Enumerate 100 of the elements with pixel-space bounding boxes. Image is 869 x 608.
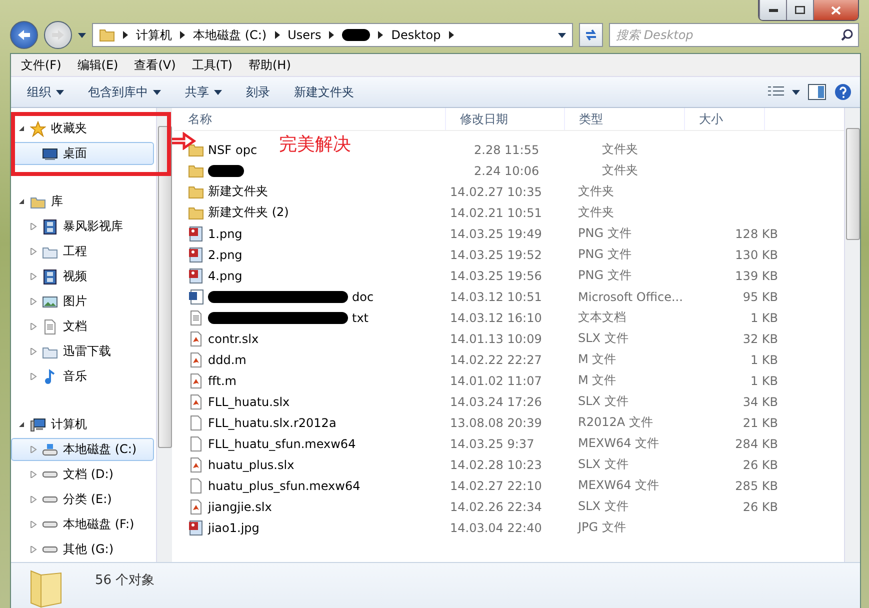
nav-item[interactable]: 文档: [11, 315, 154, 338]
nav-item[interactable]: 收藏夹: [11, 117, 154, 140]
scrollbar[interactable]: [844, 108, 860, 562]
close-button[interactable]: [813, 0, 858, 20]
expand-arrow-icon[interactable]: [30, 273, 37, 280]
nav-item[interactable]: 其他 (G:): [11, 538, 154, 561]
type-cell-text: SLX 文件: [577, 330, 630, 347]
expand-arrow-icon[interactable]: [30, 348, 37, 355]
menu-item[interactable]: 文件(F): [15, 54, 68, 76]
column-header[interactable]: 名称: [174, 108, 446, 130]
breadcrumb[interactable]: 本地磁盘 (C:): [193, 26, 267, 44]
drive-icon: [42, 546, 58, 553]
file-name[interactable]: 1.png: [208, 226, 242, 240]
minimize-icon: [768, 8, 778, 12]
toolbar-button[interactable]: 包含到库中: [80, 80, 169, 104]
file-name[interactable]: fft.m: [208, 374, 236, 388]
file-name[interactable]: ddd.m: [208, 352, 246, 366]
nav-item[interactable]: 暴风影视库: [11, 215, 154, 238]
nav-item[interactable]: 分类 (E:): [11, 488, 154, 511]
menu-item[interactable]: 编辑(E): [71, 54, 124, 76]
file-name[interactable]: jiangjie.slx: [208, 500, 272, 514]
nav-item[interactable]: 视频: [11, 265, 154, 288]
menu-item[interactable]: 查看(V): [128, 54, 182, 76]
file-name[interactable]: doc: [352, 290, 374, 304]
file-name[interactable]: 4.png: [208, 268, 242, 282]
date-cell-text: 14.01.02 11:07: [449, 374, 543, 388]
expand-arrow-icon[interactable]: [30, 298, 37, 305]
expand-arrow-icon[interactable]: [30, 446, 37, 453]
date-cell-text: 14.03.25 19:52: [449, 248, 543, 262]
document-icon: [188, 436, 204, 452]
drive-icon: [42, 521, 58, 528]
type-cell-text: M 文件: [577, 372, 618, 389]
column-header[interactable]: 类型: [565, 108, 685, 130]
expand-arrow-icon[interactable]: [30, 496, 37, 503]
nav-item[interactable]: 工程: [11, 240, 154, 263]
expand-arrow-icon[interactable]: [30, 248, 37, 255]
date-cell-text: 14.03.12 16:10: [449, 310, 543, 324]
file-name[interactable]: contr.slx: [208, 332, 259, 346]
breadcrumb[interactable]: Desktop: [391, 28, 441, 42]
toolbar-button[interactable]: 共享: [177, 80, 230, 104]
refresh-button[interactable]: [579, 23, 603, 47]
caret-icon: [56, 90, 64, 94]
file-name[interactable]: huatu_plus_sfun.mexw64: [208, 478, 360, 492]
file-name[interactable]: huatu_plus.slx: [208, 458, 294, 472]
menu-item[interactable]: 工具(T): [186, 54, 238, 76]
nav-item[interactable]: 音乐: [11, 365, 154, 388]
nav-item[interactable]: 库: [11, 190, 154, 213]
matlab-file-icon: [188, 456, 204, 472]
nav-item[interactable]: 文档 (D:): [11, 463, 154, 486]
file-name[interactable]: 新建文件夹: [208, 183, 268, 200]
matlab-file-icon: [188, 352, 204, 368]
date-cell-text: 14.03.04 22:40: [449, 520, 543, 534]
expand-arrow-icon[interactable]: [30, 471, 37, 478]
breadcrumb[interactable]: Users: [288, 28, 322, 42]
file-name[interactable]: NSF: [208, 142, 232, 156]
back-button[interactable]: [10, 21, 38, 49]
forward-button[interactable]: [44, 21, 72, 49]
collapse-arrow-icon[interactable]: [18, 125, 25, 132]
collapse-arrow-icon[interactable]: [18, 421, 25, 428]
search-field[interactable]: 搜索 Desktop: [609, 23, 859, 47]
file-name[interactable]: 2.png: [208, 248, 242, 262]
breadcrumb[interactable]: 计算机: [136, 26, 172, 44]
chevron-icon: [448, 31, 454, 39]
toolbar-button[interactable]: 刻录: [238, 80, 278, 104]
menu-item[interactable]: 帮助(H): [242, 54, 297, 76]
address-bar[interactable]: 计算机 本地磁盘 (C:) Users Desktop: [92, 23, 573, 47]
toolbar-button[interactable]: 新建文件夹: [286, 80, 362, 104]
file-name[interactable]: jiao1.jpg: [208, 520, 260, 534]
nav-item[interactable]: 本地磁盘 (F:): [11, 513, 154, 536]
view-options-icon[interactable]: [768, 86, 784, 98]
file-name[interactable]: 新建文件夹 (2): [208, 204, 289, 221]
file-name[interactable]: FLL_huatu_sfun.mexw64: [208, 436, 356, 450]
type-cell-text: 文件夹: [577, 183, 615, 200]
nav-item[interactable]: 图片: [11, 290, 154, 313]
nav-item[interactable]: 迅雷下载: [11, 340, 154, 363]
toolbar-button[interactable]: 组织: [19, 80, 72, 104]
date-cell-text: 14.03.25 19:56: [449, 268, 543, 282]
expand-arrow-icon[interactable]: [30, 323, 37, 330]
file-name[interactable]: FLL_huatu.slx.r2012a: [208, 416, 336, 430]
type-cell-text: 文件夹: [601, 141, 639, 158]
help-icon[interactable]: [834, 83, 852, 101]
expand-arrow-icon[interactable]: [30, 546, 37, 553]
folder-icon: [188, 184, 204, 200]
nav-item[interactable]: 本地磁盘 (C:): [11, 438, 154, 461]
collapse-arrow-icon[interactable]: [18, 198, 25, 205]
expand-arrow-icon[interactable]: [30, 521, 37, 528]
date-cell-text: 14.01.13 10:09: [449, 332, 543, 346]
expand-arrow-icon[interactable]: [30, 373, 37, 380]
minimize-button[interactable]: [759, 0, 786, 20]
expand-arrow-icon[interactable]: [30, 223, 37, 230]
column-header[interactable]: 修改日期: [446, 108, 565, 130]
file-name[interactable]: FLL_huatu.slx: [208, 394, 290, 408]
preview-pane-icon[interactable]: [808, 84, 826, 100]
column-header[interactable]: 大小: [685, 108, 765, 130]
nav-item[interactable]: 计算机: [11, 413, 154, 436]
scrollbar[interactable]: [156, 108, 172, 562]
maximize-button[interactable]: [786, 0, 813, 20]
file-name[interactable]: opc: [236, 142, 258, 156]
search-icon[interactable]: [841, 29, 853, 41]
file-name[interactable]: txt: [352, 310, 369, 324]
